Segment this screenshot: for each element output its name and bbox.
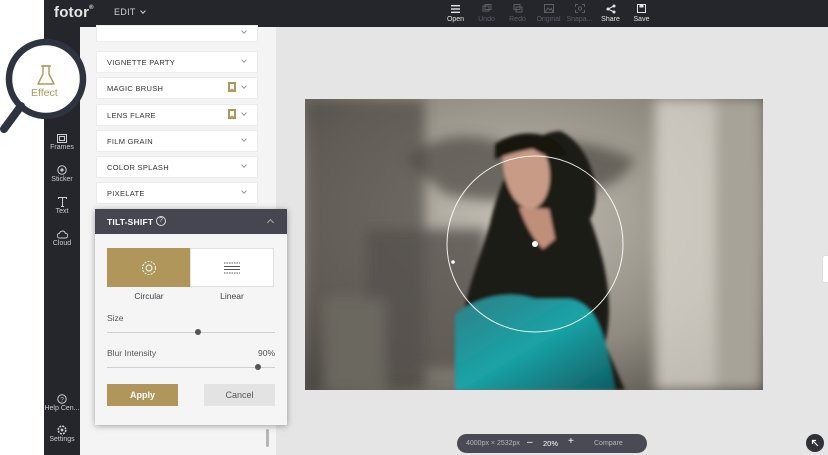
top-bar: fotor® EDIT Open Undo Redo Original Snap… [44, 0, 828, 27]
apply-button[interactable]: Apply [107, 384, 178, 406]
share-icon [595, 2, 626, 15]
zoom-level: 20% [543, 439, 559, 448]
effect-item-partial[interactable] [96, 25, 258, 42]
panel-scrollbar[interactable] [266, 429, 269, 447]
chevron-down-icon [241, 110, 247, 116]
magnifier-icon [0, 38, 87, 133]
undo-icon [471, 2, 502, 15]
snapshot-icon [564, 2, 595, 15]
canvas-area: 4000px × 2532px – 20% + Compare [276, 27, 828, 455]
help-icon[interactable]: ? [156, 216, 166, 226]
toolbar: Open Undo Redo Original Snapa... Share S… [440, 2, 657, 23]
undo-button[interactable]: Undo [471, 2, 502, 23]
svg-text:?: ? [60, 397, 64, 404]
magnifier-highlight: Effect [0, 36, 100, 136]
size-label: Size [107, 313, 124, 323]
blur-intensity-value: 90% [257, 348, 275, 358]
linear-mode-button[interactable] [190, 248, 274, 287]
redo-button[interactable]: Redo [502, 2, 533, 23]
sticker-icon [44, 164, 80, 176]
menu-icon [440, 2, 471, 15]
image-icon [533, 2, 564, 15]
effect-item[interactable]: LENS FLARE [96, 104, 258, 126]
tilt-shift-header[interactable]: TILT-SHIFT ? [95, 209, 287, 234]
linear-mode-label: Linear [220, 291, 244, 301]
zoom-bar: 4000px × 2532px – 20% + Compare [457, 434, 647, 453]
effect-item[interactable]: FILM GRAIN [96, 130, 258, 152]
sidebar-item-effect[interactable]: Effect [31, 87, 58, 99]
snapshot-button[interactable]: Snapa... [564, 2, 595, 23]
bookmark-icon [228, 106, 236, 124]
redo-icon [502, 2, 533, 15]
expand-button[interactable] [806, 434, 824, 452]
open-button[interactable]: Open [440, 2, 471, 23]
original-button[interactable]: Original [533, 2, 564, 23]
linear-icon [191, 249, 273, 286]
zoom-in-button[interactable]: + [568, 437, 574, 447]
text-icon [44, 196, 80, 208]
chevron-down-icon [241, 162, 247, 168]
sidebar-item-sticker[interactable]: Sticker [44, 164, 80, 183]
blur-slider-track[interactable] [107, 367, 275, 368]
edited-photo[interactable] [305, 99, 763, 390]
chevron-down-icon [241, 83, 247, 89]
cancel-button[interactable]: Cancel [204, 384, 275, 406]
effect-item[interactable]: COLOR SPLASH [96, 156, 258, 178]
share-button[interactable]: Share [595, 2, 626, 23]
compare-button[interactable]: Compare [594, 440, 623, 447]
effect-item[interactable]: PIXELATE [96, 182, 258, 204]
fotor-editor: fotor® EDIT Open Undo Redo Original Snap… [0, 0, 828, 455]
right-panel-toggle[interactable] [822, 255, 828, 283]
help-icon: ? [44, 393, 80, 405]
cloud-icon [44, 228, 80, 240]
size-slider-thumb[interactable] [194, 329, 201, 335]
circular-mode-button[interactable] [107, 248, 191, 287]
tilt-shift-center-handle[interactable] [532, 241, 538, 247]
tilt-shift-edge-handle[interactable] [451, 260, 455, 264]
sidebar-item-text[interactable]: Text [44, 196, 80, 215]
effect-item[interactable]: MAGIC BRUSH [96, 77, 258, 99]
chevron-up-icon[interactable] [266, 218, 275, 227]
arrow-expand-icon [811, 439, 819, 447]
effect-item[interactable]: VIGNETTE PARTY [96, 51, 258, 73]
save-icon [626, 2, 657, 15]
chevron-down-icon [139, 8, 146, 14]
sidebar-item-help[interactable]: ? Help Cen... [44, 393, 80, 412]
blur-intensity-label: Blur Intensity [107, 348, 157, 358]
save-button[interactable]: Save [626, 2, 657, 23]
bookmark-icon [228, 79, 236, 97]
circular-mode-label: Circular [134, 291, 164, 301]
chevron-down-icon [241, 136, 247, 142]
gear-icon [44, 424, 80, 436]
tilt-shift-panel: TILT-SHIFT ? Circular Linear Size Blur I… [95, 209, 287, 425]
edit-menu[interactable]: EDIT [114, 7, 146, 17]
size-slider-track[interactable] [107, 332, 275, 333]
fotor-logo[interactable]: fotor® [54, 4, 94, 21]
zoom-out-button[interactable]: – [527, 438, 533, 448]
photo-image [305, 99, 763, 390]
circular-icon [107, 248, 191, 287]
chevron-down-icon [241, 57, 247, 63]
chevron-down-icon [241, 188, 247, 194]
blur-slider-thumb[interactable] [255, 364, 262, 370]
chevron-down-icon [241, 28, 247, 34]
sidebar-item-cloud[interactable]: Cloud [44, 228, 80, 247]
sidebar-item-settings[interactable]: Settings [44, 424, 80, 443]
